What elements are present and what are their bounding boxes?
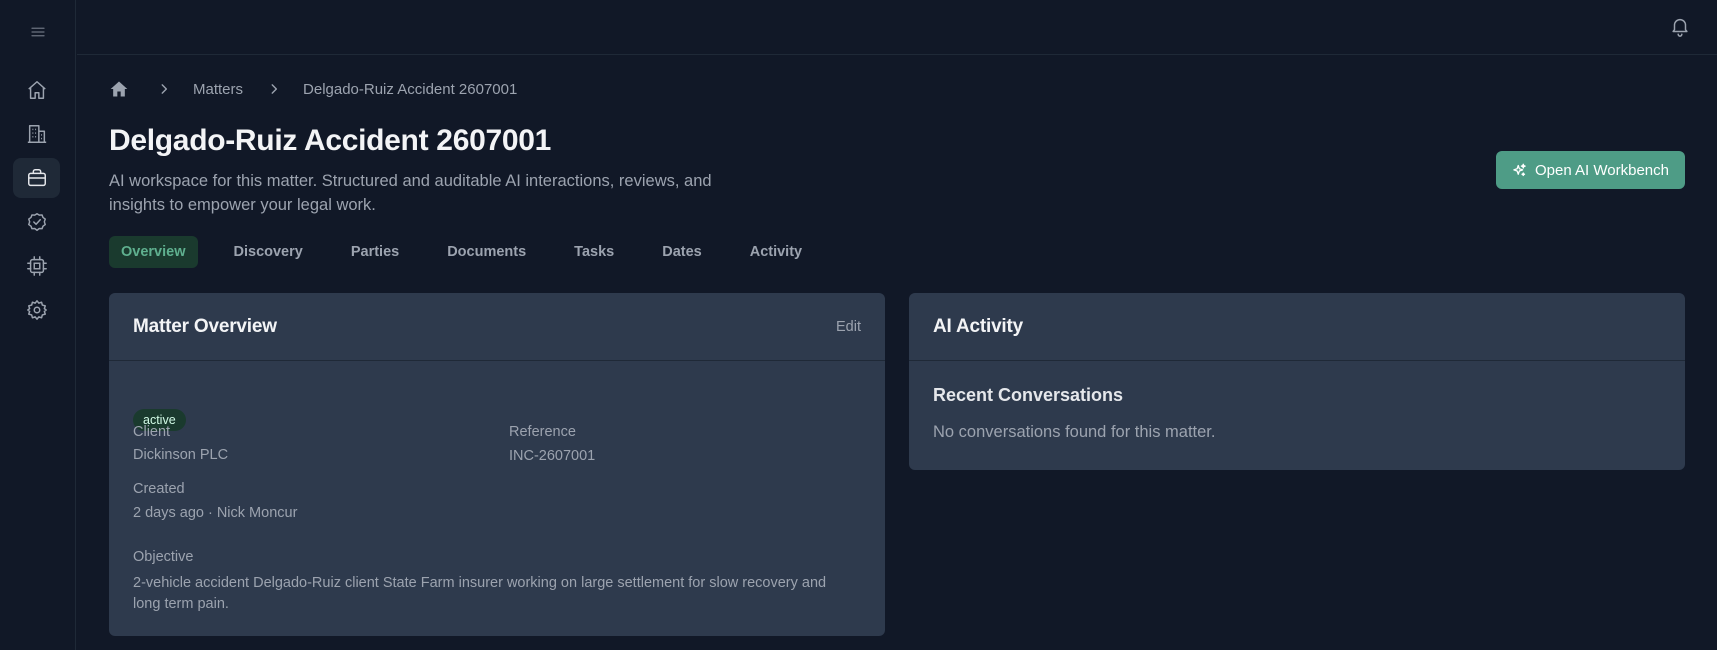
menu-icon[interactable] xyxy=(26,20,50,44)
matter-overview-title: Matter Overview xyxy=(133,315,277,337)
tab-tasks[interactable]: Tasks xyxy=(562,236,626,268)
breadcrumb-item-matters[interactable]: Matters xyxy=(193,81,243,98)
gear-icon xyxy=(26,300,47,320)
sparkles-icon xyxy=(1513,163,1526,176)
breadcrumb-item-current: Delgado-Ruiz Accident 2607001 xyxy=(303,80,518,98)
top-bar xyxy=(77,0,1717,55)
empty-conversations-message: No conversations found for this matter. xyxy=(933,423,1216,441)
reference-value: INC-2607001 xyxy=(509,448,596,464)
briefcase-icon xyxy=(27,169,46,187)
matter-overview-header: Matter Overview Edit xyxy=(109,293,885,361)
page-description: AI workspace for this matter. Structured… xyxy=(109,172,712,214)
bell-icon[interactable] xyxy=(1669,15,1693,39)
tab-dates[interactable]: Dates xyxy=(650,236,714,268)
tab-overview[interactable]: Overview xyxy=(109,236,198,268)
home-icon xyxy=(27,81,46,99)
sidebar-item-reviews[interactable] xyxy=(13,202,60,242)
open-ai-workbench-label: Open AI Workbench xyxy=(1535,161,1669,179)
chevron-right-icon xyxy=(157,82,171,96)
chevron-right-icon xyxy=(267,82,281,96)
created-label: Created xyxy=(133,481,185,497)
tab-documents[interactable]: Documents xyxy=(435,236,538,268)
client-label: Client xyxy=(133,424,171,440)
sidebar-item-matters[interactable] xyxy=(13,158,60,198)
tab-discovery[interactable]: Discovery xyxy=(222,236,315,268)
ai-activity-card: AI Activity Recent Conversations No conv… xyxy=(909,293,1685,470)
created-value: 2 days ago · Nick Moncur xyxy=(133,505,298,521)
sidebar xyxy=(0,0,76,650)
tab-bar: Overview Discovery Parties Documents Tas… xyxy=(109,236,838,268)
building-icon xyxy=(27,125,46,143)
home-icon[interactable] xyxy=(109,79,129,99)
open-ai-workbench-button[interactable]: Open AI Workbench xyxy=(1496,151,1685,189)
sidebar-item-home[interactable] xyxy=(13,70,60,110)
matter-overview-card: Matter Overview Edit active Client Dicki… xyxy=(109,293,885,636)
sidebar-item-settings[interactable] xyxy=(13,290,60,330)
reference-label: Reference xyxy=(509,424,576,440)
tab-activity[interactable]: Activity xyxy=(738,236,814,268)
objective-value: 2-vehicle accident Delgado-Ruiz client S… xyxy=(133,575,827,612)
recent-conversations-title: Recent Conversations xyxy=(933,385,1124,405)
ai-activity-title: AI Activity xyxy=(933,315,1024,337)
client-value: Dickinson PLC xyxy=(133,447,229,463)
objective-label: Objective xyxy=(133,549,194,565)
ai-activity-header: AI Activity xyxy=(909,293,1685,361)
cpu-icon xyxy=(26,256,47,276)
sidebar-item-ai[interactable] xyxy=(13,246,60,286)
breadcrumb: Matters Delgado-Ruiz Accident 2607001 xyxy=(109,78,517,100)
page-title: Delgado-Ruiz Accident 2607001 xyxy=(109,124,552,157)
sidebar-item-clients[interactable] xyxy=(13,114,60,154)
tab-parties[interactable]: Parties xyxy=(339,236,411,268)
edit-button[interactable]: Edit xyxy=(836,319,861,335)
check-circle-icon xyxy=(27,213,46,231)
